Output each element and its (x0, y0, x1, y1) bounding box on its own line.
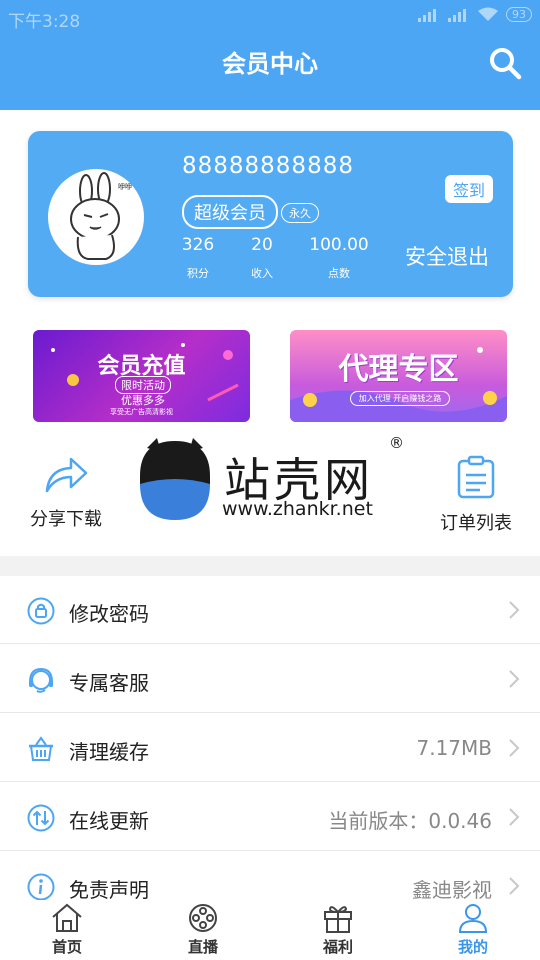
status-bar: 下午3:28 93 (0, 0, 540, 34)
menu-item-clear-cache[interactable]: 清理缓存 7.17MB (0, 714, 540, 782)
profile-card: 咿咿 88888888888 超级会员 永久 签到 326 积分 20 收入 1… (28, 131, 513, 297)
stat-points: 326 积分 (176, 235, 220, 281)
share-download-button[interactable]: 分享下载 (20, 455, 112, 531)
checkin-button[interactable]: 签到 (445, 175, 494, 203)
recharge-banner[interactable]: 会员充值 限时活动 优惠多多 享受无广告高清影视 (33, 330, 250, 422)
clipboard-icon (457, 455, 495, 499)
signal-icon-2 (448, 8, 470, 22)
basket-icon (29, 736, 53, 761)
home-icon (52, 903, 82, 932)
update-icon (27, 804, 55, 832)
tab-mine[interactable]: 我的 (438, 902, 508, 957)
battery-icon: 93 (506, 7, 532, 22)
search-icon[interactable] (488, 46, 522, 80)
svg-text:咿咿: 咿咿 (118, 182, 132, 191)
menu-item-label: 免责声明 (69, 878, 149, 902)
stat-points-label: 积分 (187, 267, 209, 280)
recharge-banner-sub: 优惠多多 (121, 394, 165, 407)
duration-badge: 永久 (281, 203, 319, 223)
headset-icon (29, 667, 53, 693)
tab-home-label: 首页 (51, 938, 82, 956)
bottom-tab-bar: 首页 直播 福利 我的 (0, 900, 540, 960)
chevron-right-icon (509, 739, 520, 757)
share-icon (45, 457, 88, 493)
menu-item-label: 专属客服 (69, 671, 149, 695)
menu-item-online-update[interactable]: 在线更新 当前版本：0.0.46 (0, 783, 540, 851)
avatar[interactable]: 咿咿 (48, 169, 144, 265)
status-icons: 93 (418, 7, 532, 22)
chevron-right-icon (509, 877, 520, 895)
stat-income-value: 20 (251, 235, 273, 255)
menu-item-label: 清理缓存 (69, 740, 149, 764)
gift-icon (324, 906, 352, 933)
menu-item-customer-service[interactable]: 专属客服 (0, 645, 540, 713)
menu-item-change-password[interactable]: 修改密码 (0, 576, 540, 644)
logout-button[interactable]: 安全退出 (405, 241, 489, 271)
tab-benefits-label: 福利 (322, 938, 353, 956)
watermark-registered: ® (389, 434, 404, 452)
agent-banner-title: 代理专区 (338, 352, 459, 387)
film-reel-icon (189, 904, 217, 932)
tab-mine-label: 我的 (457, 938, 488, 956)
share-download-label: 分享下载 (30, 509, 102, 530)
agent-banner-sub: 加入代理 开启赚钱之路 (350, 391, 450, 406)
stat-credits-label: 点数 (328, 267, 350, 280)
signal-icon (418, 8, 440, 22)
rabbit-avatar-icon: 咿咿 (70, 172, 132, 260)
watermark-url: www.zhankr.net (222, 498, 373, 520)
stat-income-label: 收入 (251, 267, 273, 280)
lock-icon (27, 597, 55, 625)
app-header: 下午3:28 93 会员中心 (0, 0, 540, 110)
section-divider (0, 556, 540, 576)
stat-points-value: 326 (181, 235, 215, 255)
agent-banner[interactable]: 代理专区 加入代理 开启赚钱之路 (290, 330, 507, 422)
vip-badge: 超级会员 (182, 195, 278, 229)
tab-home[interactable]: 首页 (32, 902, 102, 957)
chevron-right-icon (509, 670, 520, 688)
menu-item-label: 在线更新 (69, 809, 149, 833)
info-icon (27, 873, 55, 901)
user-id: 88888888888 (182, 153, 354, 179)
tab-benefits[interactable]: 福利 (303, 902, 373, 957)
page-title: 会员中心 (222, 50, 318, 78)
user-icon (458, 904, 488, 933)
chevron-right-icon (509, 601, 520, 619)
stat-credits: 100.00 点数 (306, 235, 372, 281)
status-time: 下午3:28 (8, 12, 81, 32)
chevron-right-icon (509, 808, 520, 826)
stat-income: 20 收入 (242, 235, 282, 281)
menu-item-value: 当前版本：0.0.46 (328, 809, 492, 833)
order-list-label: 订单列表 (440, 513, 512, 534)
menu-item-label: 修改密码 (69, 602, 149, 626)
recharge-banner-footer: 享受无广告高清影视 (110, 408, 173, 416)
stat-credits-value: 100.00 (309, 235, 369, 255)
wifi-icon (478, 7, 498, 21)
menu-item-value: 7.17MB (416, 736, 492, 760)
menu-item-value: 鑫迪影视 (412, 878, 492, 902)
order-list-button[interactable]: 订单列表 (428, 455, 524, 535)
tab-live-label: 直播 (187, 938, 218, 956)
tab-live[interactable]: 直播 (168, 902, 238, 957)
